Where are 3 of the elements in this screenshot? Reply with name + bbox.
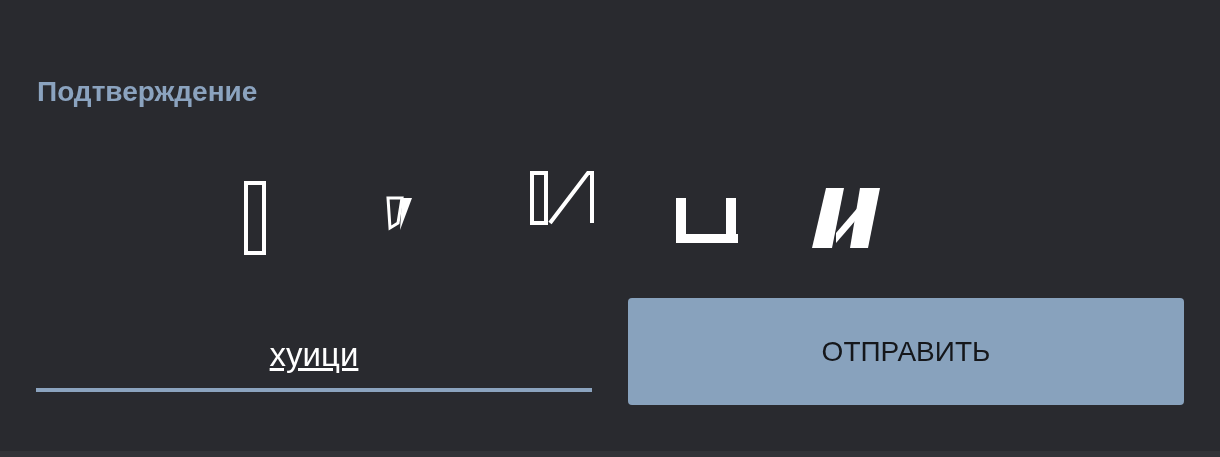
section-label: Подтверждение <box>37 76 258 107</box>
answer-field[interactable]: хуици <box>36 322 592 392</box>
submit-button[interactable]: ОТПРАВИТЬ <box>628 298 1184 405</box>
